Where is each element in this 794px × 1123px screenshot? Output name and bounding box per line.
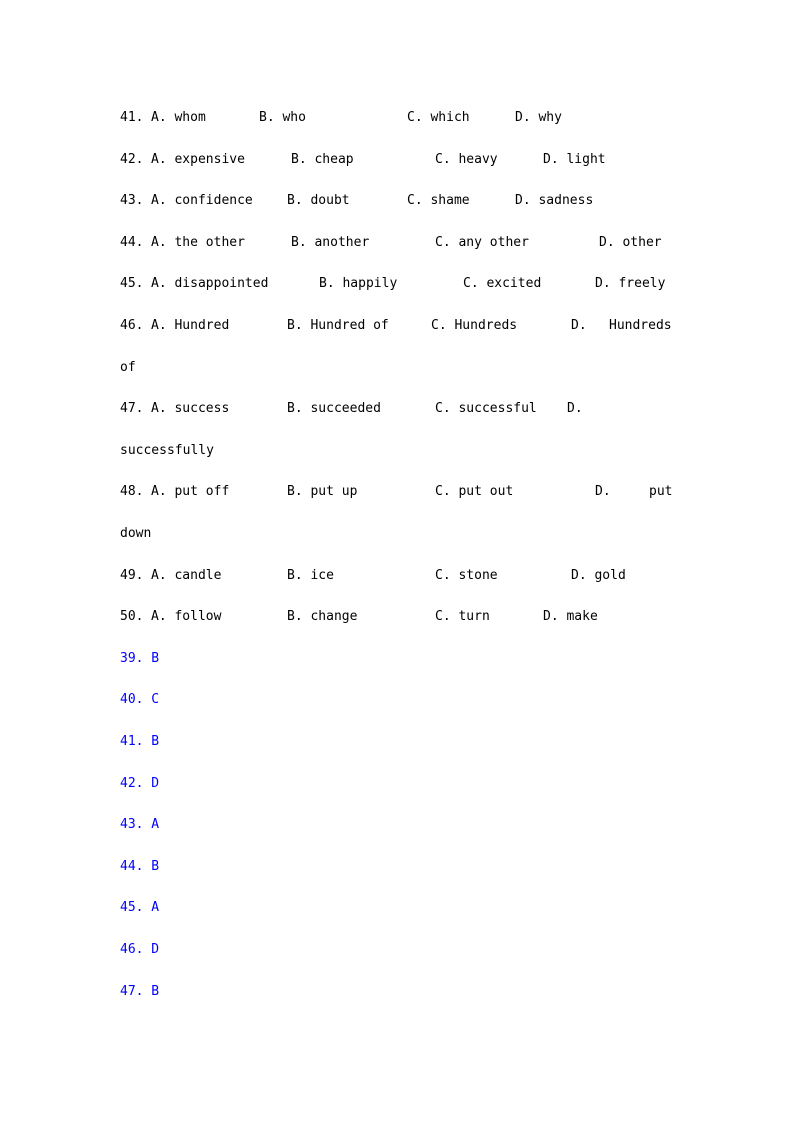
option-b: B. put up [287,484,358,499]
question-number: 42. [120,152,144,167]
option-b: B. ice [287,568,334,583]
option-c: C. turn [435,609,490,624]
question-47-wrap: successfully [120,442,214,460]
question-44: 44. A. the other B. another C. any other… [120,234,662,252]
option-c: C. excited [463,276,542,291]
option-b: B. cheap [291,152,354,167]
question-number: 41. [120,110,144,125]
option-b: B. happily [319,276,398,291]
option-b: B. change [287,609,358,624]
option-a: A. Hundred [151,318,230,333]
answer-39: 39. B [120,651,160,666]
option-a: A. follow [151,609,222,624]
question-number: 47. [120,401,144,416]
option-d-continued: of [120,360,136,375]
answer-42: 42. D [120,776,160,791]
option-b: B. Hundred of [287,318,389,333]
option-c: C. which [407,110,470,125]
answer-46: 46. D [120,942,160,957]
question-number: 46. [120,318,144,333]
option-c: C. Hundreds [431,318,518,333]
option-b: B. another [291,235,370,250]
option-d: D. sadness [515,193,594,208]
option-d: D. gold [571,568,626,583]
question-43: 43. A. confidence B. doubt C. shame D. s… [120,192,593,210]
answer-44: 44. B [120,859,160,874]
option-c: C. put out [435,484,514,499]
option-c: C. any other [435,235,529,250]
option-b: B. doubt [287,193,350,208]
answer-47: 47. B [120,984,160,999]
question-50: 50. A. follow B. change C. turn D. make [120,608,598,626]
option-a: A. success [151,401,230,416]
option-d: D. make [543,609,598,624]
option-d-text: put [649,484,673,499]
option-a: A. expensive [151,152,245,167]
option-c: C. successful [435,401,537,416]
option-d-text: Hundreds [609,318,672,333]
option-d: D. [571,318,587,333]
question-49: 49. A. candle B. ice C. stone D. gold [120,567,626,585]
option-b: B. succeeded [287,401,381,416]
question-number: 43. [120,193,144,208]
option-a: A. the other [151,235,245,250]
question-number: 50. [120,609,144,624]
option-d: D. [567,401,583,416]
answer-45: 45. A [120,900,160,915]
option-d: D. light [543,152,606,167]
answer-40: 40. C [120,692,160,707]
option-a: A. confidence [151,193,253,208]
question-41: 41. A. whom B. who C. which D. why [120,109,562,127]
option-d: D. freely [595,276,666,291]
answer-41: 41. B [120,734,160,749]
option-c: C. heavy [435,152,498,167]
question-42: 42. A. expensive B. cheap C. heavy D. li… [120,151,606,169]
option-a: A. whom [151,110,206,125]
answer-43: 43. A [120,817,160,832]
option-a: A. put off [151,484,230,499]
question-46-wrap: of [120,359,151,377]
option-d-continued: down [120,526,152,541]
option-d: D. why [515,110,562,125]
option-c: C. stone [435,568,498,583]
option-a: A. candle [151,568,222,583]
question-47: 47. A. success B. succeeded C. successfu… [120,400,583,418]
option-a: A. disappointed [151,276,269,291]
question-number: 44. [120,235,144,250]
option-b: B. who [259,110,306,125]
question-number: 49. [120,568,144,583]
question-number: 48. [120,484,144,499]
question-number: 45. [120,276,144,291]
option-d: D. other [599,235,662,250]
question-45: 45. A. disappointed B. happily C. excite… [120,275,665,293]
option-d-continued: successfully [120,443,214,458]
option-d: D. [595,484,611,499]
option-c: C. shame [407,193,470,208]
question-46: 46. A. Hundred B. Hundred of C. Hundreds… [120,317,672,335]
question-48: 48. A. put off B. put up C. put out D. p… [120,483,672,501]
question-48-wrap: down [120,525,151,543]
